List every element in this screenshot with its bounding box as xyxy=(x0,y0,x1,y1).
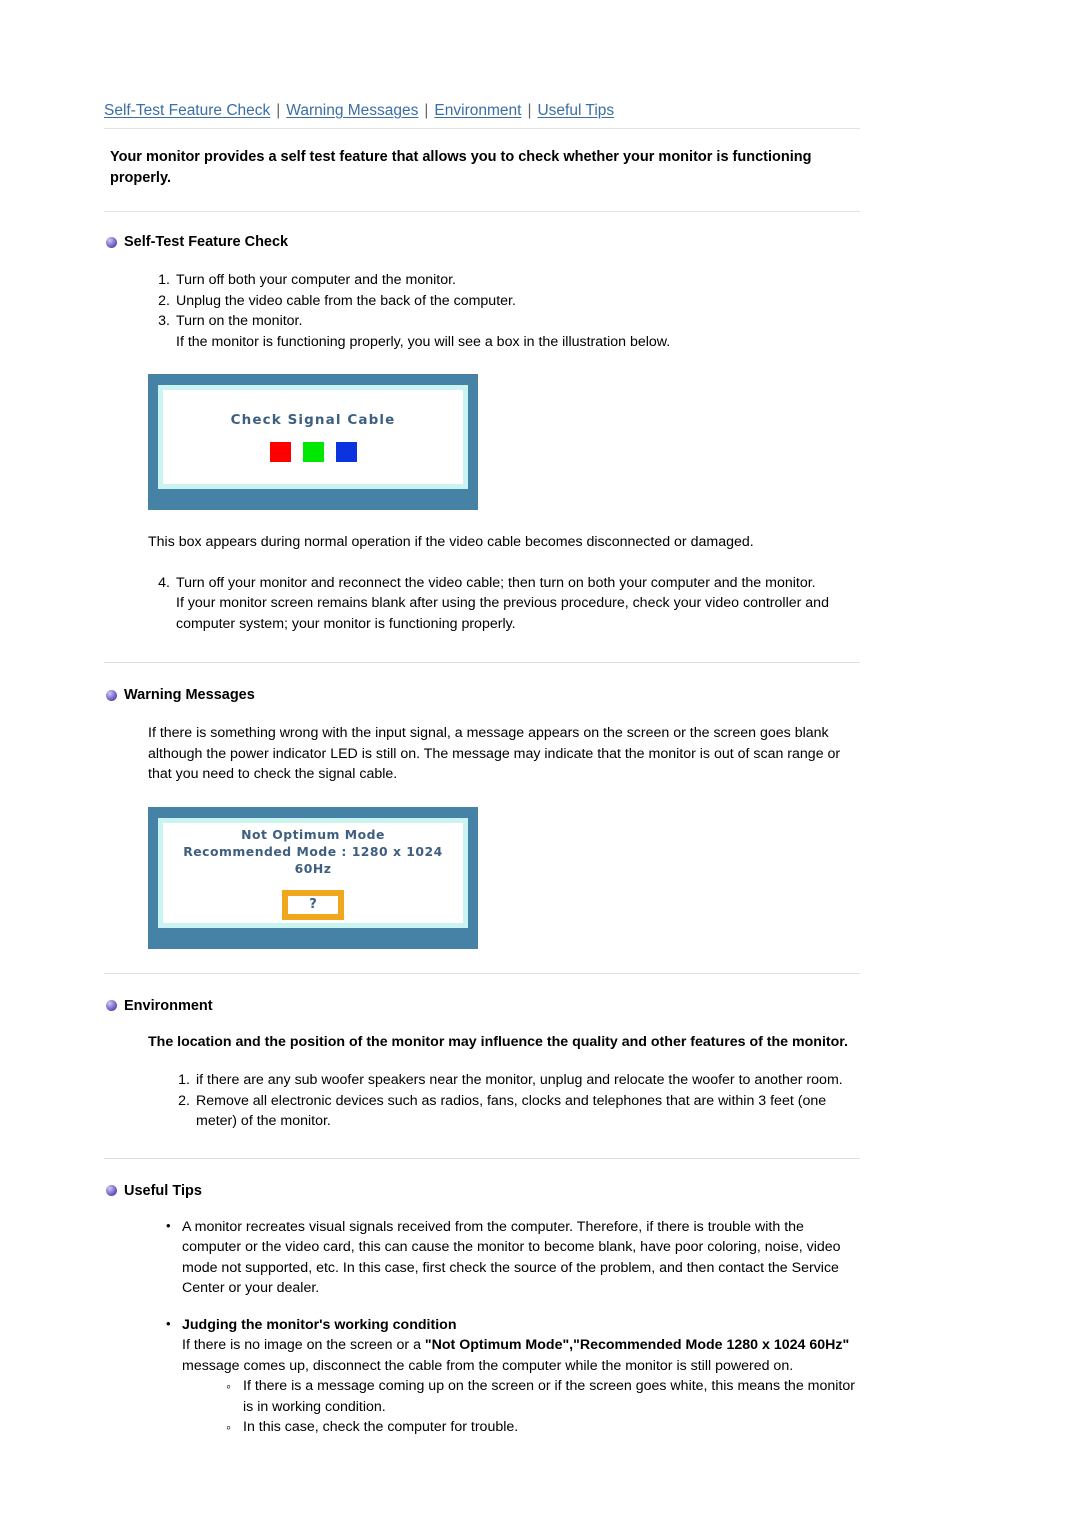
figure-check-signal-cable: Check Signal Cable xyxy=(104,374,860,510)
figure-not-optimum-mode: Not Optimum Mode Recommended Mode : 1280… xyxy=(104,806,860,949)
self-test-step-4-list: 4. Turn off your monitor and reconnect t… xyxy=(104,573,860,635)
nav-separator: | xyxy=(424,102,429,119)
list-item: 2. Remove all electronic devices such as… xyxy=(170,1091,860,1132)
section-heading-label: Useful Tips xyxy=(124,1182,202,1199)
step-text: Turn off both your computer and the moni… xyxy=(176,272,456,288)
judging-condition-bullet-list: Judging the monitor's working condition … xyxy=(104,1314,860,1377)
step-text: Turn off your monitor and reconnect the … xyxy=(176,574,816,591)
after-figure-paragraph: This box appears during normal operation… xyxy=(148,534,754,550)
section-heading-label: Warning Messages xyxy=(124,687,255,703)
section-heading-useful-tips: Useful Tips xyxy=(104,1181,860,1201)
judging-text-b: message comes up, disconnect the cable f… xyxy=(182,1357,794,1374)
step-number: 3. xyxy=(158,313,170,329)
nav-link-self-test[interactable]: Self-Test Feature Check xyxy=(104,102,270,119)
judging-text-bold: "Not Optimum Mode","Recommended Mode 128… xyxy=(424,1337,850,1353)
self-test-step-list: 1. Turn off both your computer and the m… xyxy=(104,270,860,352)
monitor-illustration: Check Signal Cable xyxy=(148,374,478,510)
divider-top xyxy=(104,128,860,129)
list-item: A monitor recreates visual signals recei… xyxy=(166,1216,860,1299)
step-extra-text: If the monitor is functioning properly, … xyxy=(176,333,671,350)
step-number: 2. xyxy=(178,1092,190,1109)
nav-link-useful-tips[interactable]: Useful Tips xyxy=(537,102,614,119)
section-heading-warning-messages: Warning Messages xyxy=(104,685,860,705)
step-extra-text: If your monitor screen remains blank aft… xyxy=(176,595,829,632)
list-item: Judging the monitor's working condition … xyxy=(166,1314,860,1377)
step-number: 1. xyxy=(158,272,170,288)
list-item: 3. Turn on the monitor. If the monitor i… xyxy=(150,311,860,352)
osd-line-1: Not Optimum Mode xyxy=(241,826,385,842)
list-item: 2. Unplug the video cable from the back … xyxy=(150,291,860,312)
nav-link-environment[interactable]: Environment xyxy=(434,102,521,119)
red-swatch xyxy=(269,442,291,462)
step-text: Turn on the monitor. xyxy=(176,313,303,329)
list-item: 1. Turn off both your computer and the m… xyxy=(150,270,860,291)
list-item: 1. if there are any sub woofer speakers … xyxy=(170,1070,860,1091)
section-heading-environment: Environment xyxy=(104,996,860,1016)
judging-condition-sub-list: If there is a message coming up on the s… xyxy=(104,1376,860,1438)
environment-step-list: 1. if there are any sub woofer speakers … xyxy=(104,1070,860,1132)
blue-swatch xyxy=(335,442,357,462)
step-number: 2. xyxy=(158,292,170,309)
rgb-swatches xyxy=(269,442,357,462)
warning-paragraph: If there is something wrong with the inp… xyxy=(148,725,841,782)
environment-subheading: The location and the position of the mon… xyxy=(148,1033,848,1050)
judging-text-a: If there is no image on the screen or a xyxy=(182,1337,425,1353)
step-number: 1. xyxy=(178,1072,190,1088)
section-heading-label: Environment xyxy=(124,997,213,1014)
monitor-illustration: Not Optimum Mode Recommended Mode : 1280… xyxy=(148,806,478,949)
page-content: Self-Test Feature Check | Warning Messages… xyxy=(104,100,860,1438)
bullet-ball-icon xyxy=(106,689,117,701)
bullet-ball-icon xyxy=(106,1000,117,1011)
section-heading-label: Self-Test Feature Check xyxy=(124,234,289,250)
list-item: 4. Turn off your monitor and reconnect t… xyxy=(150,573,860,635)
list-item: In this case, check the computer for tro… xyxy=(226,1417,860,1438)
section-heading-self-test: Self-Test Feature Check xyxy=(104,232,860,252)
bullet-ball-icon xyxy=(106,1185,117,1196)
intro-paragraph: Your monitor provides a self test featur… xyxy=(110,149,812,186)
osd-line-2: Recommended Mode : 1280 x 1024 60Hz xyxy=(183,843,443,876)
useful-tips-bullet-list: A monitor recreates visual signals recei… xyxy=(104,1216,860,1299)
nav-separator: | xyxy=(527,102,532,119)
question-mark-label: ? xyxy=(309,897,317,912)
step-number: 4. xyxy=(158,574,170,591)
monitor-screen: Check Signal Cable xyxy=(158,385,468,489)
green-swatch xyxy=(302,442,324,462)
step-text: if there are any sub woofer speakers nea… xyxy=(196,1072,843,1088)
nav-separator: | xyxy=(276,102,281,119)
list-item: If there is a message coming up on the s… xyxy=(226,1376,860,1417)
osd-title-text: Check Signal Cable xyxy=(230,412,396,428)
judging-condition-body: If there is no image on the screen or a … xyxy=(182,1335,860,1376)
document-page: Self-Test Feature Check | Warning Messages… xyxy=(0,0,1080,1528)
bullet-ball-icon xyxy=(106,236,117,248)
section-nav: Self-Test Feature Check | Warning Messages… xyxy=(104,100,860,128)
nav-link-warning-messages[interactable]: Warning Messages xyxy=(286,102,418,119)
osd-message-text: Not Optimum Mode Recommended Mode : 1280… xyxy=(163,826,463,877)
judging-condition-title: Judging the monitor's working condition xyxy=(182,1316,457,1333)
monitor-screen: Not Optimum Mode Recommended Mode : 1280… xyxy=(158,817,468,928)
step-text: Unplug the video cable from the back of … xyxy=(176,292,516,309)
question-mark-box: ? xyxy=(282,889,344,920)
step-text: Remove all electronic devices such as ra… xyxy=(196,1092,827,1130)
